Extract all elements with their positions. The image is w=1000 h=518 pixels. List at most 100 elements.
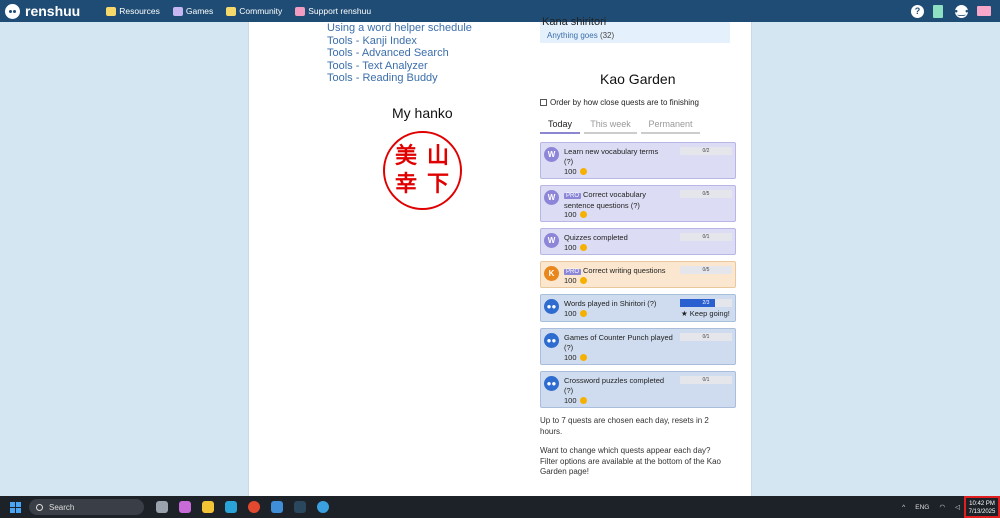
help-icon[interactable]: ? [911, 4, 924, 18]
progress-text: 0/1 [702, 234, 710, 240]
hanko-char: 下 [427, 171, 450, 197]
quest-points: 100 [564, 243, 587, 252]
coin-icon [579, 354, 587, 361]
pinned-apps [156, 501, 340, 513]
renshuu-logo[interactable]: renshuu [5, 3, 80, 19]
coin-icon [579, 168, 587, 175]
wifi-icon[interactable]: ◠ [939, 503, 945, 511]
points-value: 100 [564, 210, 577, 219]
logo-text: renshuu [25, 3, 81, 19]
link-reading-buddy[interactable]: Tools - Reading Buddy [327, 72, 472, 85]
volume-icon[interactable]: ◁ [955, 503, 960, 511]
quest-points: 100 [564, 276, 587, 285]
tray-chevron-icon[interactable]: ^ [902, 504, 905, 511]
quest-card[interactable]: W PRO Correct vocabulary sentence questio… [540, 185, 736, 222]
shiritori-count: (32) [599, 31, 615, 40]
quest-label: Correct writing questions [583, 266, 666, 275]
tools-link-list: Using a word helper schedule Tools - Kan… [327, 22, 472, 85]
nav-games[interactable]: Games [172, 6, 213, 16]
user-actions: ? •‿• [911, 0, 1000, 22]
tab-today[interactable]: Today [540, 119, 580, 134]
progress-fill [680, 299, 715, 307]
nav-community[interactable]: Community [226, 6, 282, 16]
nav-support[interactable]: Support renshuu [295, 6, 371, 16]
coin-icon [579, 211, 587, 218]
quest-reset-note: Up to 7 quests are chosen each day, rese… [540, 416, 709, 436]
hanko-char: 美 [395, 143, 418, 169]
quest-help-link[interactable]: (?) [564, 343, 573, 352]
quest-text: Games of Counter Punch played (?) [564, 333, 676, 353]
progress-text: 0/1 [702, 334, 710, 340]
coin-icon [579, 397, 587, 404]
quest-progress-bar: 0/1 [680, 333, 732, 341]
quest-text: Words played in Shiritori (?) [564, 299, 676, 309]
points-value: 100 [564, 167, 577, 176]
shiritori-title: Kana shiritori [542, 16, 607, 28]
copilot-icon[interactable] [179, 501, 191, 513]
quest-progress-bar: 0/2 [680, 147, 732, 155]
steam-icon[interactable] [294, 501, 306, 513]
chat-bubble-icon: ●● [544, 299, 559, 314]
notebook-icon[interactable] [933, 4, 943, 18]
link-advanced-search[interactable]: Tools - Advanced Search [327, 47, 472, 60]
tab-this-week[interactable]: This week [584, 119, 637, 134]
order-checkbox[interactable] [540, 99, 547, 106]
quest-help-link[interactable]: (?) [631, 201, 640, 210]
pro-badge: PRO [564, 269, 582, 275]
nav-support-label: Support renshuu [308, 6, 372, 16]
store-icon[interactable] [271, 501, 283, 513]
word-category-icon: W [544, 233, 559, 248]
hanko-char: 山 [427, 143, 450, 169]
tab-permanent[interactable]: Permanent [641, 119, 700, 134]
link-word-helper[interactable]: Using a word helper schedule [327, 22, 472, 35]
edge-icon[interactable] [225, 501, 237, 513]
book-icon [106, 6, 117, 16]
quest-points: 100 [564, 353, 587, 362]
quest-filter-note: Want to change which quests appear each … [540, 446, 721, 476]
hanko-seal[interactable]: 美 山 幸 下 [383, 131, 462, 210]
taskbar-clock[interactable]: 10:42 PM 7/13/2025 [964, 496, 1000, 518]
quest-points: 100 [564, 309, 587, 318]
link-kanji-index[interactable]: Tools - Kanji Index [327, 35, 472, 48]
taskbar-search[interactable]: Search [29, 499, 144, 515]
quest-card[interactable]: W Learn new vocabulary terms (?) 100 0/2 [540, 142, 736, 179]
quest-card[interactable]: W Quizzes completed 100 0/1 [540, 228, 736, 255]
progress-text: 0/5 [702, 191, 710, 197]
main-nav: Resources Games Community Support renshu… [106, 6, 384, 16]
order-label: Order by how close quests are to finishi… [550, 98, 699, 107]
nav-resources[interactable]: Resources [106, 6, 160, 16]
progress-text: 0/5 [702, 267, 710, 273]
browser-icon[interactable] [317, 501, 329, 513]
task-view-icon[interactable] [156, 501, 168, 513]
quest-help-link[interactable]: (?) [564, 157, 573, 166]
mail-icon[interactable] [977, 6, 991, 16]
chrome-icon[interactable] [248, 501, 260, 513]
quest-help-link[interactable]: (?) [647, 299, 656, 308]
link-text-analyzer[interactable]: Tools - Text Analyzer [327, 60, 472, 73]
quest-card[interactable]: ●● Games of Counter Punch played (?) 100… [540, 328, 736, 365]
quest-text: Learn new vocabulary terms (?) [564, 147, 676, 167]
quest-card[interactable]: K PRO Correct writing questions 100 0/5 [540, 261, 736, 288]
quest-card[interactable]: ●● Crossword puzzles completed (?) 100 0… [540, 371, 736, 408]
points-value: 100 [564, 243, 577, 252]
windows-taskbar: Search ^ ENG ◠ ◁ 10:42 PM 7/13/2025 [0, 496, 1000, 518]
quest-points: 100 [564, 167, 587, 176]
search-label: Search [49, 502, 75, 512]
windows-start-icon[interactable] [10, 501, 21, 513]
file-explorer-icon[interactable] [202, 501, 214, 513]
shiritori-mode: Anything goes [547, 31, 598, 40]
word-category-icon: W [544, 147, 559, 162]
quest-help-link[interactable]: (?) [564, 386, 573, 395]
quest-progress-bar: 0/1 [680, 376, 732, 384]
quest-card[interactable]: ●● Words played in Shiritori (?) 100 2/3… [540, 294, 736, 322]
dice-icon [172, 6, 183, 16]
progress-text: 0/1 [702, 377, 710, 383]
language-indicator[interactable]: ENG [915, 504, 929, 511]
shiritori-subtitle[interactable]: Anything goes (32) [547, 31, 614, 40]
quest-points: 100 [564, 210, 587, 219]
quest-label: Crossword puzzles completed [564, 376, 665, 385]
order-option[interactable]: Order by how close quests are to finishi… [540, 98, 699, 107]
coin-icon [579, 244, 587, 251]
quest-progress-bar: 2/3 [680, 299, 732, 307]
profile-face-icon[interactable]: •‿• [955, 4, 968, 18]
